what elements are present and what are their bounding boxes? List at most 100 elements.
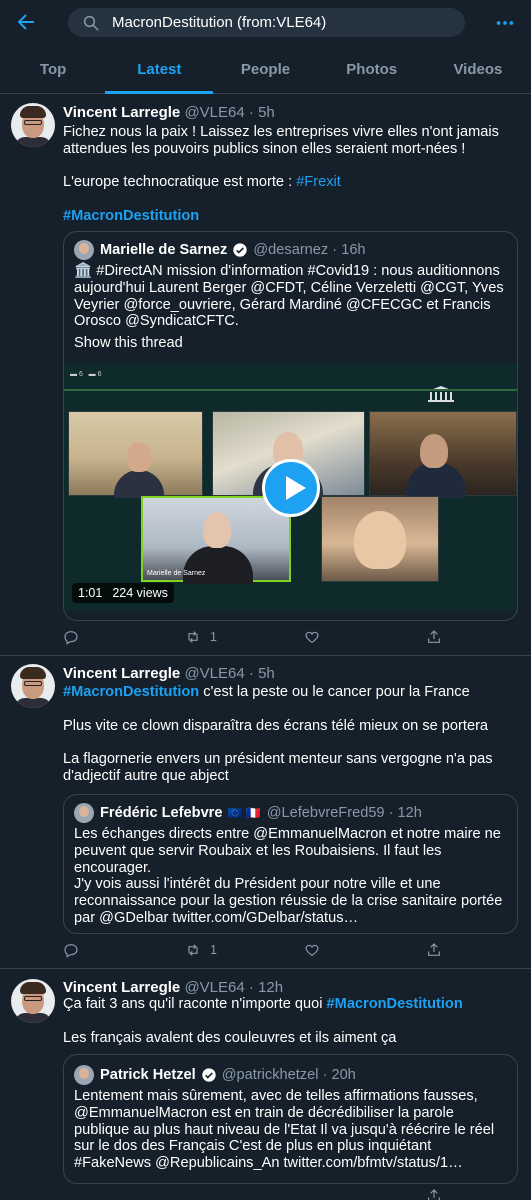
quote-author-name: Patrick Hetzel: [100, 1067, 196, 1083]
share-button[interactable]: [426, 628, 442, 646]
avatar[interactable]: [11, 103, 55, 147]
verified-badge-icon: [202, 1068, 216, 1082]
tweet-text: #MacronDestitution c'est la peste ou le …: [63, 684, 519, 785]
retweet-icon: [188, 631, 198, 643]
tweet-header: Vincent Larregle @VLE64 · 5h: [63, 104, 275, 121]
quote-avatar: [74, 240, 94, 260]
hashtag-link[interactable]: #MacronDestitution: [63, 684, 199, 700]
author-handle[interactable]: @VLE64: [184, 665, 244, 682]
quote-text: Les échanges directs entre @EmmanuelMacr…: [74, 826, 503, 926]
video-indicators: ▬ 6 ▬ 6: [70, 371, 102, 378]
show-thread-link[interactable]: Show this thread: [74, 335, 506, 352]
avatar[interactable]: [11, 664, 55, 708]
like-button[interactable]: [304, 941, 329, 959]
tab-top[interactable]: Top: [0, 46, 106, 93]
reply-icon: [64, 944, 78, 958]
tweet-text-line: c'est la peste ou le cancer pour la Fran…: [199, 684, 470, 700]
search-icon: [83, 15, 99, 30]
video-tile-active: Marielle de Sarnez: [141, 496, 291, 584]
retweet-button[interactable]: 1: [185, 941, 217, 959]
tweet-text-line: Plus vite ce clown disparaîtra des écran…: [63, 717, 489, 734]
tweet-text-line: Fichez nous la paix ! Laissez les entrep…: [63, 124, 499, 157]
retweet-button[interactable]: 1: [185, 628, 217, 646]
tweet-time[interactable]: 12h: [258, 979, 283, 996]
quote-author-name: Marielle de Sarnez: [100, 242, 228, 258]
tweet[interactable]: Vincent Larregle @VLE64 · 5h #MacronDest…: [0, 656, 531, 969]
author-name[interactable]: Vincent Larregle: [63, 665, 180, 682]
author-handle[interactable]: @VLE64: [184, 979, 244, 996]
tweet-text: Ça fait 3 ans qu'il raconte n'importe qu…: [63, 996, 519, 1046]
video-meta: 1:01 224 views: [72, 583, 174, 603]
hashtag-link[interactable]: #MacronDestitution: [63, 208, 519, 225]
video-divider: [64, 389, 517, 391]
share-icon: [428, 1189, 440, 1200]
hashtag-link[interactable]: #MacronDestitution: [327, 996, 463, 1012]
search-input[interactable]: MacronDestitution (from:VLE64): [112, 14, 326, 31]
share-icon: [428, 630, 440, 643]
heart-icon: [305, 944, 319, 957]
quote-author-handle: @patrickhetzel: [221, 1067, 319, 1083]
tweet-header: Vincent Larregle @VLE64 · 5h: [63, 665, 275, 682]
share-icon: [428, 943, 440, 956]
like-button[interactable]: [304, 628, 329, 646]
quoted-tweet[interactable]: Patrick Hetzel @patrickhetzel · 20h Lent…: [63, 1054, 518, 1184]
video-tile: [321, 496, 439, 582]
quoted-tweet[interactable]: Marielle de Sarnez @desarnez · 16h 🏛️ #D…: [63, 231, 518, 621]
reply-button[interactable]: [63, 628, 88, 646]
quote-time: 16h: [341, 242, 366, 258]
quote-author-name: Frédéric Lefebvre: [100, 805, 223, 821]
assembly-logo-icon: [428, 386, 454, 402]
flag-icons: 🇪🇺 🇫🇷: [227, 806, 261, 820]
author-name[interactable]: Vincent Larregle: [63, 104, 180, 121]
quote-text: Lentement mais sûrement, avec de telles …: [74, 1088, 495, 1172]
tweet[interactable]: Vincent Larregle @VLE64 · 12h Ça fait 3 …: [0, 969, 531, 1200]
tweet-text: Fichez nous la paix ! Laissez les entrep…: [63, 124, 519, 225]
video-player[interactable]: ▬ 6 ▬ 6 Marielle de Sarnez 1:01 224 view…: [64, 363, 517, 611]
video-views: 224 views: [112, 586, 168, 600]
tweet-text-line: L'europe technocratique est morte :: [63, 174, 297, 191]
tab-videos[interactable]: Videos: [425, 46, 531, 93]
quote-author-handle: @desarnez: [253, 242, 329, 258]
top-bar: MacronDestitution (from:VLE64): [0, 0, 531, 46]
reply-icon: [64, 631, 78, 645]
heart-icon: [305, 631, 319, 644]
video-tile: [369, 411, 517, 498]
author-name[interactable]: Vincent Larregle: [63, 979, 180, 996]
retweet-count: 1: [210, 943, 217, 957]
quoted-tweet[interactable]: Frédéric Lefebvre 🇪🇺 🇫🇷 @LefebvreFred59 …: [63, 794, 518, 934]
author-handle[interactable]: @VLE64: [184, 104, 244, 121]
tab-latest[interactable]: Latest: [106, 46, 212, 93]
tweet-time[interactable]: 5h: [258, 665, 275, 682]
tab-people[interactable]: People: [212, 46, 318, 93]
quote-text: 🏛️ #DirectAN mission d'information #Covi…: [74, 263, 504, 330]
quote-author-handle: @LefebvreFred59: [266, 805, 385, 821]
hashtag-link[interactable]: #Frexit: [296, 174, 341, 190]
share-button[interactable]: [426, 1187, 442, 1200]
tweet[interactable]: Vincent Larregle @VLE64 · 5h Fichez nous…: [0, 95, 531, 656]
tweet-time[interactable]: 5h: [258, 104, 275, 121]
more-options-icon[interactable]: [494, 12, 516, 34]
tweet-actions: 1: [63, 941, 463, 959]
tweet-text-line: Les français avalent des couleuvres et i…: [63, 1029, 397, 1046]
tab-photos[interactable]: Photos: [319, 46, 425, 93]
tweet-text-line: La flagornerie envers un président mente…: [63, 751, 493, 784]
quote-avatar: [74, 1065, 94, 1085]
search-field[interactable]: MacronDestitution (from:VLE64): [68, 8, 465, 37]
video-tile: [68, 411, 203, 498]
quote-time: 20h: [331, 1067, 356, 1083]
quote-avatar: [74, 803, 94, 823]
retweet-count: 1: [210, 630, 217, 644]
video-duration: 1:01: [78, 586, 103, 600]
back-arrow-icon[interactable]: [14, 10, 38, 34]
video-participant-label: Marielle de Sarnez: [147, 570, 206, 577]
verified-badge-icon: [233, 243, 248, 257]
tweet-text-line: Ça fait 3 ans qu'il raconte n'importe qu…: [63, 996, 327, 1012]
tweet-actions: 1: [63, 628, 463, 646]
reply-button[interactable]: [63, 941, 88, 959]
tweet-header: Vincent Larregle @VLE64 · 12h: [63, 979, 284, 996]
play-button[interactable]: [262, 459, 320, 517]
retweet-icon: [188, 944, 198, 956]
avatar[interactable]: [11, 979, 55, 1023]
quote-time: 12h: [397, 805, 422, 821]
share-button[interactable]: [426, 941, 442, 959]
